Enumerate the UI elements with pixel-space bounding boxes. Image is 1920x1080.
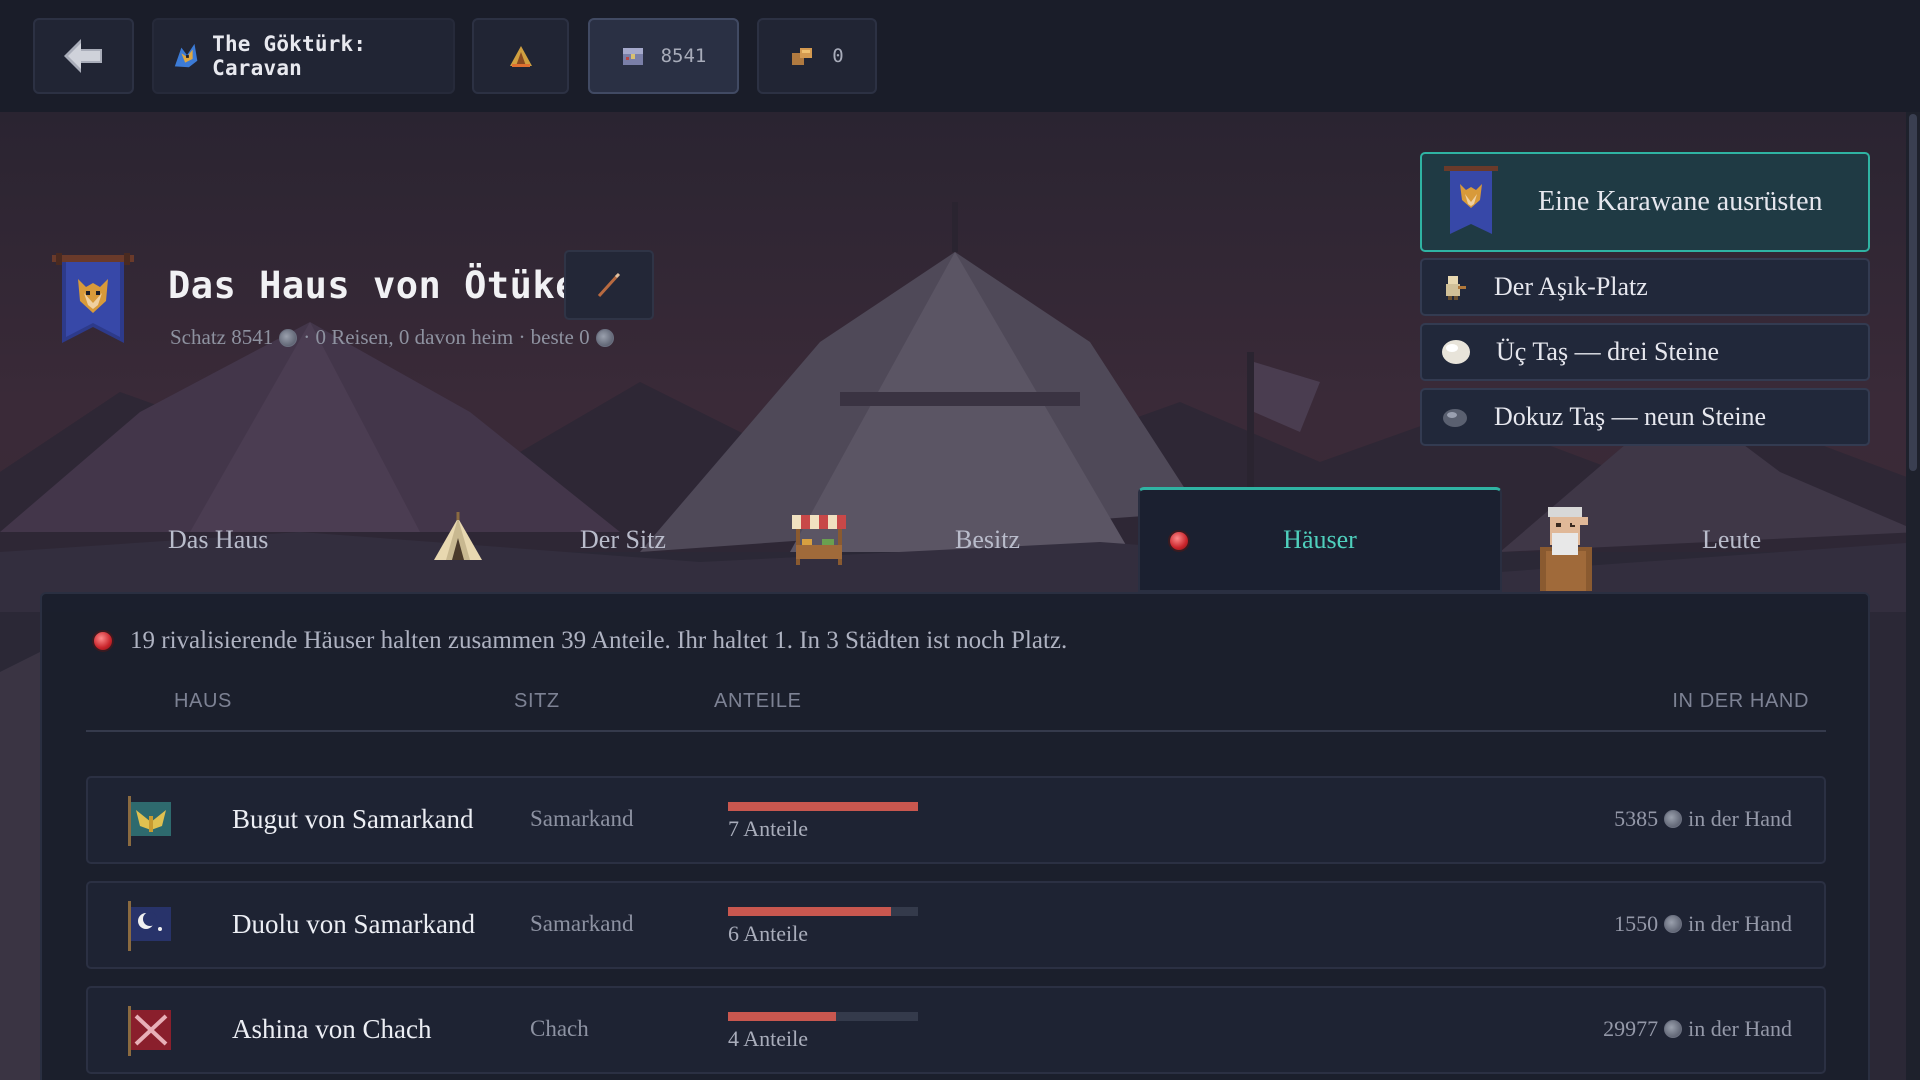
top-bar: The Göktürk: Caravan 8541 0 (0, 0, 1920, 112)
tent-icon[interactable] (430, 512, 486, 568)
house-in-hand: 29977 in der Hand (1603, 1016, 1792, 1042)
house-seat: Chach (530, 1016, 589, 1041)
dokuz-tas-label: Dokuz Taş — neun Steine (1494, 402, 1767, 431)
goods-crate-icon (792, 48, 813, 65)
tab-das-haus[interactable]: Das Haus (168, 487, 268, 592)
table-row[interactable]: Bugut von Samarkand Samarkand 7 Anteile … (86, 776, 1826, 864)
goods-button[interactable]: 0 (757, 18, 877, 94)
house-tabs: Das Haus Der Sitz Besitz Häuser Leute (40, 487, 1870, 592)
campfire-tent-icon (509, 46, 532, 67)
coin-icon (595, 328, 614, 347)
white-stone-icon (1442, 340, 1470, 364)
table-header: HAUS SITZ ANTEILE IN DER HAND (86, 690, 1826, 732)
dokuz-tas-button[interactable]: Dokuz Taş — neun Steine (1420, 388, 1870, 446)
shares-bar-fill (728, 1012, 837, 1021)
tab-leute[interactable]: Leute (1702, 487, 1761, 592)
column-haus: HAUS (174, 690, 232, 712)
house-name: Duolu von Samarkand (232, 909, 475, 939)
shares-bar (728, 802, 918, 811)
house-shares: 4 Anteile (728, 1026, 809, 1051)
edit-house-button[interactable] (564, 250, 654, 320)
in-hand-amount: 1550 (1614, 911, 1659, 936)
shares-bar-fill (728, 802, 918, 811)
rival-houses-panel: 19 rivalisierende Häuser halten zusammen… (40, 592, 1870, 1080)
shares-bar-fill (728, 907, 891, 916)
equip-caravan-label: Eine Karawane ausrüsten (1538, 186, 1823, 217)
asik-square-button[interactable]: Der Aşık-Platz (1420, 258, 1870, 316)
goods-value: 0 (832, 45, 844, 67)
wolf-banner-icon (1444, 166, 1498, 234)
wolf-head-icon (174, 43, 198, 68)
pen-icon (597, 272, 621, 298)
house-shares: 7 Anteile (728, 816, 809, 841)
coin-icon (279, 328, 298, 347)
elder-portrait-icon[interactable] (1526, 499, 1604, 591)
eagle-flag-icon (128, 796, 171, 846)
rival-summary: 19 rivalisierende Häuser halten zusammen… (92, 627, 1067, 655)
wolf-banner-icon (50, 253, 136, 349)
house-in-hand: 5385 in der Hand (1614, 806, 1792, 832)
asik-square-label: Der Aşık-Platz (1494, 272, 1648, 301)
dark-stone-icon (1443, 409, 1467, 427)
house-name: Ashina von Chach (232, 1014, 432, 1044)
equip-caravan-button[interactable]: Eine Karawane ausrüsten (1420, 152, 1870, 252)
arrow-left-icon (63, 39, 102, 73)
treasure-chest-icon (622, 48, 643, 65)
shares-bar (728, 907, 918, 916)
page-scrollbar[interactable] (1906, 112, 1920, 1080)
rival-summary-text: 19 rivalisierende Häuser halten zusammen… (130, 627, 1068, 654)
house-seat: Samarkand (530, 911, 634, 936)
table-row[interactable]: Duolu von Samarkand Samarkand 6 Anteile … (86, 881, 1826, 969)
game-title: The Göktürk: Caravan (212, 32, 367, 80)
column-anteile: ANTEILE (714, 690, 802, 712)
rival-houses-icon (1168, 530, 1190, 552)
house-in-hand: 1550 in der Hand (1614, 911, 1792, 937)
scrollbar-thumb[interactable] (1909, 114, 1917, 471)
column-in-der-hand: IN DER HAND (1672, 690, 1809, 712)
column-sitz: SITZ (514, 690, 560, 712)
treasure-button[interactable]: 8541 (588, 18, 739, 94)
house-seat: Samarkand (530, 806, 634, 831)
coin-icon (1664, 915, 1683, 933)
uc-tas-label: Üç Taş — drei Steine (1496, 337, 1719, 366)
game-title-button[interactable]: The Göktürk: Caravan (152, 18, 455, 94)
house-journeys-text: · 0 Reisen, 0 davon heim · beste 0 (303, 325, 590, 349)
shares-bar (728, 1012, 918, 1021)
tab-der-sitz[interactable]: Der Sitz (580, 487, 666, 592)
in-hand-amount: 5385 (1614, 806, 1659, 831)
tab-besitz[interactable]: Besitz (955, 487, 1020, 592)
house-shares: 6 Anteile (728, 921, 809, 946)
coin-icon (1664, 810, 1683, 828)
tab-haeuser-label: Häuser (1283, 525, 1357, 554)
treasure-value: 8541 (660, 45, 707, 67)
in-hand-amount: 29977 (1603, 1016, 1659, 1041)
tab-haeuser[interactable]: Häuser (1138, 487, 1502, 592)
in-hand-label: in der Hand (1688, 1016, 1792, 1041)
in-hand-label: in der Hand (1688, 911, 1792, 936)
house-treasure-text: Schatz 8541 (170, 325, 274, 349)
market-stall-icon[interactable] (788, 509, 850, 569)
minstrel-icon (1446, 276, 1466, 300)
house-name: Bugut von Samarkand (232, 804, 474, 834)
house-title: Das Haus von Ötüken (168, 264, 601, 307)
crescent-flag-icon (128, 901, 171, 951)
camp-button[interactable] (472, 18, 569, 94)
table-row[interactable]: Ashina von Chach Chach 4 Anteile 29977 i… (86, 986, 1826, 1074)
rival-houses-icon (92, 630, 114, 652)
house-stats: Schatz 8541 · 0 Reisen, 0 davon heim · b… (170, 325, 614, 350)
uc-tas-button[interactable]: Üç Taş — drei Steine (1420, 323, 1870, 381)
in-hand-label: in der Hand (1688, 806, 1792, 831)
back-button[interactable] (33, 18, 134, 94)
coin-icon (1664, 1020, 1683, 1038)
crossed-swords-flag-icon (128, 1006, 171, 1056)
